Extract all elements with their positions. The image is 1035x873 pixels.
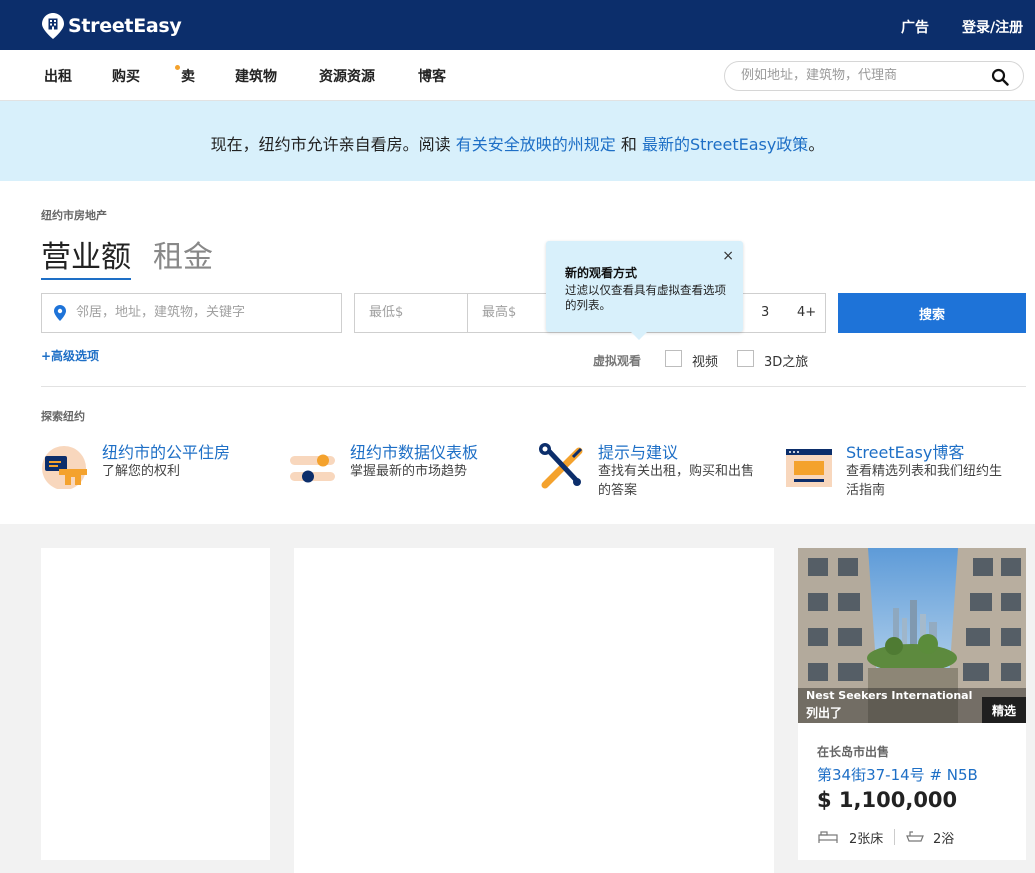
bed-icon xyxy=(818,831,838,843)
explore-title[interactable]: 纽约市数据仪表板 xyxy=(350,439,478,463)
nav-rent[interactable]: 出租 xyxy=(44,66,72,86)
ad-card-left xyxy=(41,548,270,860)
bath-icon xyxy=(906,831,924,842)
min-price-field xyxy=(354,293,468,333)
explore-title[interactable]: 提示与建议 xyxy=(598,439,678,463)
location-pin-icon xyxy=(54,305,66,321)
listing-photo[interactable]: Nest Seekers International 列出了 精选 xyxy=(798,548,1026,723)
login-register-link[interactable]: 登录/注册 xyxy=(962,17,1023,37)
tools-icon xyxy=(539,443,583,489)
explore-tips[interactable]: 提示与建议 查找有关出租，购买和出售的答案 xyxy=(537,437,767,507)
banner-suffix: 。 xyxy=(808,135,825,154)
explore-title[interactable]: StreetEasy博客 xyxy=(846,439,964,463)
banner-link-state-rules[interactable]: 有关安全放映的州规定 xyxy=(456,135,616,154)
listing-listed-by: 列出了 xyxy=(806,706,843,720)
meta-divider xyxy=(894,829,895,845)
location-input[interactable] xyxy=(76,305,331,320)
banner-text: 现在，纽约市允许亲自看房。阅读 有关安全放映的州规定 和 最新的StreetEa… xyxy=(0,131,1035,155)
nav-buildings[interactable]: 建筑物 xyxy=(235,66,277,86)
section-divider xyxy=(41,386,1026,387)
listing-broker: Nest Seekers International xyxy=(806,689,973,702)
banner-prefix: 现在，纽约市允许亲自看房。阅读 xyxy=(210,135,456,154)
search-section-label: 纽约市房地产 xyxy=(41,209,107,222)
bed-option-4plus[interactable]: 4+ xyxy=(797,305,816,320)
notice-banner: 现在，纽约市允许亲自看房。阅读 有关安全放映的州规定 和 最新的StreetEa… xyxy=(0,101,1035,181)
global-search xyxy=(724,61,1024,91)
nav-buy[interactable]: 购买 xyxy=(112,66,140,86)
streeteasy-logo[interactable]: StreetEasy xyxy=(42,13,182,39)
listing-area: 在长岛市出售 xyxy=(817,745,890,759)
explore-label: 探索纽约 xyxy=(41,410,85,423)
search-icon[interactable] xyxy=(991,68,1009,86)
tab-rentals[interactable]: 租金 xyxy=(153,232,213,276)
ads-link[interactable]: 广告 xyxy=(901,17,929,37)
explore-desc: 了解您的权利 xyxy=(102,464,181,479)
explore-desc: 查看精选列表和我们纽约生活指南 xyxy=(846,464,1003,498)
explore-data-dashboard[interactable]: 纽约市数据仪表板 掌握最新的市场趋势 xyxy=(289,437,519,507)
location-field xyxy=(41,293,342,333)
logo-text: StreetEasy xyxy=(68,15,182,37)
listing-beds: 2张床 xyxy=(849,832,884,847)
nav-blog[interactable]: 博客 xyxy=(418,66,446,86)
video-label: 视频 xyxy=(692,355,719,370)
nav-resources[interactable]: 资源资源 xyxy=(319,66,375,86)
tooltip-title: 新的观看方式 xyxy=(565,266,638,280)
3d-tour-label: 3D之旅 xyxy=(764,355,809,370)
global-search-input[interactable] xyxy=(741,68,981,83)
nav-sell[interactable]: 卖 xyxy=(181,66,195,86)
explore-desc: 掌握最新的市场趋势 xyxy=(350,464,468,479)
explore-blog[interactable]: StreetEasy博客 查看精选列表和我们纽约生活指南 xyxy=(785,437,1015,507)
video-checkbox[interactable] xyxy=(665,350,682,367)
bed-option-3[interactable]: 3 xyxy=(761,305,769,320)
explore-desc: 查找有关出租，购买和出售的答案 xyxy=(598,464,755,498)
ad-card-center xyxy=(294,548,774,873)
3d-tour-checkbox[interactable] xyxy=(737,350,754,367)
featured-badge: 精选 xyxy=(981,697,1026,723)
banner-link-policy[interactable]: 最新的StreetEasy政策 xyxy=(642,135,808,154)
slider-controls-icon xyxy=(290,454,335,483)
fair-housing-icon xyxy=(42,446,87,489)
explore-fair-housing[interactable]: 纽约市的公平住房 了解您的权利 xyxy=(41,437,271,507)
nav-sell-dot xyxy=(175,65,180,70)
search-button[interactable]: 搜索 xyxy=(838,293,1026,333)
listing-price: $ 1,100,000 xyxy=(817,788,958,812)
banner-middle: 和 xyxy=(615,135,642,154)
max-price-input[interactable] xyxy=(482,305,552,320)
listing-baths: 2浴 xyxy=(933,832,955,847)
virtual-viewing-label: 虚拟观看 xyxy=(593,354,642,368)
max-price-field xyxy=(467,293,557,333)
min-price-input[interactable] xyxy=(369,305,459,320)
listing-address[interactable]: 第34街37-14号 # N5B xyxy=(817,764,978,785)
explore-title[interactable]: 纽约市的公平住房 xyxy=(102,439,230,463)
advanced-options-link[interactable]: +高级选项 xyxy=(41,347,99,364)
virtual-viewing-tooltip: × 新的观看方式 过滤以仅查看具有虚拟查看选项的列表。 xyxy=(546,241,743,340)
top-header: StreetEasy 广告 登录/注册 xyxy=(0,0,1035,50)
logo-pin-icon xyxy=(42,13,64,39)
tooltip-close-icon[interactable]: × xyxy=(722,248,734,264)
tooltip-body: 过滤以仅查看具有虚拟查看选项的列表。 xyxy=(565,283,726,312)
tab-sales[interactable]: 营业额 xyxy=(41,232,131,280)
blog-browser-icon xyxy=(786,449,832,487)
